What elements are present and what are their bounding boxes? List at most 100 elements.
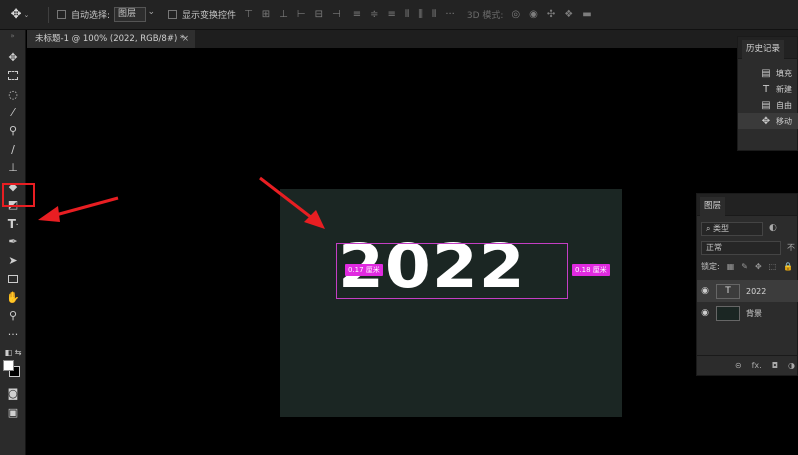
quick-mask-button[interactable]: ◙ (2, 385, 24, 402)
lasso-tool[interactable]: ◌ (2, 86, 24, 103)
screen-mode-button[interactable]: ▣ (2, 404, 24, 421)
visibility-eye-icon[interactable]: ◉ (697, 286, 713, 296)
filter-kind-label: 类型 (713, 224, 730, 233)
lock-all-icon[interactable]: 🔒 (783, 262, 793, 271)
history-item[interactable]: T 新建 (738, 81, 798, 97)
layer-row[interactable]: ◉ T 2022 (697, 280, 798, 302)
align-vertical-centers-icon[interactable]: ⊞ (262, 9, 270, 20)
align-horizontal-centers-icon[interactable]: ⊟ (315, 9, 323, 20)
document-tab[interactable]: 未标题-1 @ 100% (2022, RGB/8#) * × (27, 30, 195, 48)
history-tab[interactable]: 历史记录 (742, 40, 785, 59)
eyedropper-tool[interactable]: ⚲ (2, 122, 24, 139)
layer-name: 背景 (746, 308, 762, 318)
magic-wand-icon: ⁄ (12, 106, 14, 119)
move-tool-preset-picker[interactable]: ✥ ⌄ (0, 0, 40, 30)
arrow-pointer-icon: ➤ (8, 254, 18, 267)
rectangle-tool[interactable] (2, 270, 24, 287)
auto-select-checkbox[interactable]: 自动选择: 图层 (57, 6, 155, 22)
panel-grip-icon[interactable]: » (0, 30, 25, 44)
document-canvas[interactable]: 2022 0.17 厘米 0.18 厘米 (280, 189, 622, 417)
lasso-icon: ◌ (8, 88, 18, 101)
magic-wand-tool[interactable]: ⁄ (2, 104, 24, 121)
lock-image-icon[interactable]: ✎ (741, 262, 748, 271)
layer-name: 2022 (746, 286, 767, 296)
layer-row[interactable]: ◉ 背景 (697, 302, 798, 324)
stamp-icon: ⊥ (8, 161, 18, 174)
document-icon: ▤ (761, 99, 771, 111)
move-tool[interactable]: ✥ (2, 49, 24, 66)
history-item[interactable]: ▤ 填充 (738, 65, 798, 81)
show-transform-label: 显示变换控件 (182, 11, 237, 21)
align-right-edges-icon[interactable]: ⊣ (332, 9, 341, 20)
distribute-top-icon[interactable]: ≡ (353, 9, 361, 20)
default-colors-button[interactable]: ◧ ⇆ (2, 344, 24, 361)
align-top-edges-icon[interactable]: ⊤ (244, 9, 253, 20)
divider (48, 6, 49, 23)
distribute-bottom-icon[interactable]: ≡ (388, 9, 396, 20)
layer-style-fx-button[interactable]: fx. (752, 361, 762, 370)
pan-3d-icon[interactable]: ✣ (547, 9, 555, 20)
measurement-badge-right: 0.18 厘米 (572, 264, 610, 276)
checkbox-box (168, 10, 178, 19)
show-transform-controls-checkbox[interactable]: 显示变换控件 (168, 8, 236, 21)
distribute-right-icon[interactable]: ⦀ (432, 9, 436, 20)
measurement-badge-left: 0.17 厘米 (345, 264, 383, 276)
path-selection-tool[interactable]: ➤ (2, 252, 24, 269)
history-item-label: 填充 (776, 68, 792, 78)
brush-icon: ∕ (11, 143, 15, 156)
layers-tab-bar: 图层 (697, 194, 797, 216)
visibility-eye-icon[interactable]: ◉ (697, 308, 713, 318)
move-icon: ✥ (761, 115, 771, 127)
clone-stamp-tool[interactable]: ⊥ (2, 159, 24, 176)
rectangle-marquee-icon (8, 71, 18, 80)
lock-transparent-icon[interactable]: ▦ (727, 262, 735, 271)
align-left-edges-icon[interactable]: ⊢ (297, 9, 306, 20)
history-item[interactable]: ▤ 自由 (738, 97, 798, 113)
distribute-buttons: ≡ ≑ ≡ ⦀ ⫼ ⦀ ··· (353, 9, 455, 20)
lock-artboard-icon[interactable]: ⬚ (769, 262, 777, 271)
history-item-selected[interactable]: ✥ 移动 (738, 113, 798, 129)
distribute-left-icon[interactable]: ⦀ (405, 9, 409, 20)
type-tool[interactable]: T. (2, 215, 24, 232)
lock-label: 锁定: (701, 262, 720, 271)
history-tab-bar: 历史记录 (738, 37, 797, 59)
camera-3d-icon[interactable]: ▬ (582, 9, 591, 20)
lock-controls: 锁定: ▦ ✎ ✥ ⬚ 🔒 (701, 261, 793, 272)
rectangle-shape-icon (8, 274, 18, 283)
marquee-tool[interactable] (2, 67, 24, 84)
filter-pixel-icon[interactable]: ◐ (769, 223, 777, 233)
layer-filter-dropdown[interactable]: ⌕ 类型 (701, 222, 763, 236)
ellipsis-icon: ··· (7, 328, 19, 341)
hand-icon: ✋ (6, 291, 20, 304)
slide-3d-icon[interactable]: ❖ (564, 9, 573, 20)
arrow-line (51, 196, 119, 218)
roll-3d-icon[interactable]: ◉ (529, 9, 538, 20)
adjustment-layer-icon[interactable]: ◑ (788, 361, 795, 370)
distribute-vcenter-icon[interactable]: ≑ (370, 9, 378, 20)
align-bottom-edges-icon[interactable]: ⊥ (279, 9, 288, 20)
layers-tab[interactable]: 图层 (700, 197, 726, 216)
orbit-3d-icon[interactable]: ◎ (511, 9, 520, 20)
blend-mode-dropdown[interactable]: 正常 (701, 241, 781, 255)
link-layers-icon[interactable]: ⊝ (735, 361, 742, 370)
more-options-icon[interactable]: ··· (445, 9, 455, 20)
magnifier-icon: ⚲ (8, 309, 18, 322)
close-icon[interactable]: × (182, 30, 189, 48)
auto-select-target-dropdown[interactable]: 图层 (114, 6, 155, 22)
zoom-tool[interactable]: ⚲ (2, 307, 24, 324)
hand-tool[interactable]: ✋ (2, 289, 24, 306)
history-panel: 历史记录 ▤ 填充 T 新建 ▤ 自由 ✥ 移动 (737, 36, 798, 151)
type-t-icon: T (7, 216, 16, 231)
edit-toolbar-button[interactable]: ··· (2, 326, 24, 343)
distribute-hcenter-icon[interactable]: ⫼ (418, 9, 423, 20)
move-icon: ✥ (10, 7, 22, 22)
add-mask-icon[interactable]: ◘ (772, 361, 778, 370)
foreground-color-swatch[interactable] (3, 360, 14, 371)
pen-tool[interactable]: ✒ (2, 233, 24, 250)
type-tool-highlight-box (2, 183, 35, 207)
screen-mode-icon: ▣ (7, 406, 19, 419)
layers-footer: ⊝ fx. ◘ ◑ (697, 355, 798, 375)
lock-position-icon[interactable]: ✥ (755, 262, 762, 271)
3d-mode-buttons: ◎ ◉ ✣ ❖ ▬ (511, 9, 591, 20)
brush-tool[interactable]: ∕ (2, 141, 24, 158)
